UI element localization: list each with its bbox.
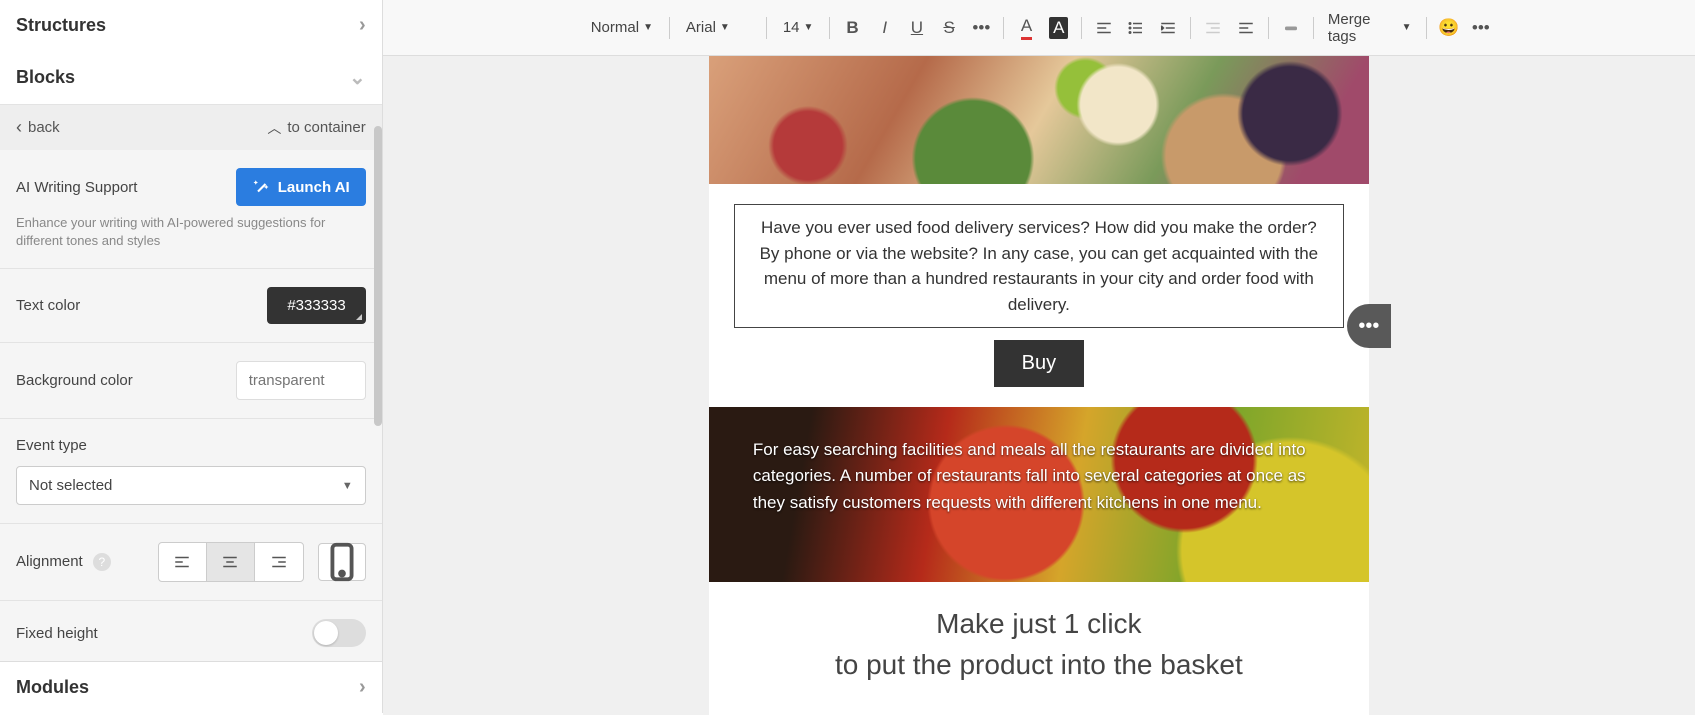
- launch-ai-label: Launch AI: [278, 179, 350, 196]
- emoji-button[interactable]: 😀: [1435, 13, 1463, 43]
- headline-block[interactable]: Make just 1 click to put the product int…: [709, 582, 1369, 715]
- font-size-select[interactable]: 14▼: [775, 15, 822, 40]
- block-actions-fab[interactable]: •••: [1347, 304, 1391, 348]
- align-button[interactable]: [1090, 13, 1118, 43]
- font-family-select[interactable]: Arial▼: [678, 15, 758, 40]
- caret-down-icon: ▼: [804, 22, 814, 33]
- fixed-height-label: Fixed height: [16, 625, 98, 642]
- align-right-button[interactable]: [255, 543, 303, 581]
- caret-down-icon: ▼: [643, 22, 653, 33]
- chevron-up-icon: ︿: [267, 118, 281, 138]
- link-button[interactable]: [1277, 13, 1305, 43]
- fixed-height-row: Fixed height: [0, 601, 382, 661]
- editor-main: Normal▼ Arial▼ 14▼ B I U S ••• A A Merge…: [383, 0, 1695, 715]
- bg-color-row: Background color: [0, 343, 382, 419]
- hero-image-1[interactable]: [709, 56, 1369, 184]
- text-color-label: Text color: [16, 297, 80, 314]
- ai-writing-desc: Enhance your writing with AI-powered sug…: [16, 214, 366, 250]
- event-type-value: Not selected: [29, 477, 112, 494]
- underline-button[interactable]: U: [903, 13, 931, 43]
- bold-button[interactable]: B: [838, 13, 866, 43]
- modules-section[interactable]: Modules ›: [0, 661, 382, 713]
- more-formatting-button[interactable]: •••: [967, 13, 995, 43]
- blocks-section[interactable]: Blocks ⌄: [0, 51, 382, 105]
- mobile-preview-button[interactable]: [318, 543, 366, 581]
- chevron-down-icon: ⌄: [349, 65, 366, 90]
- ai-writing-row: AI Writing Support Launch AI Enhance you…: [0, 150, 382, 269]
- bg-color-input[interactable]: [236, 361, 366, 400]
- caret-down-icon: ▼: [1402, 22, 1412, 33]
- breadcrumb: ‹ back ︿ to container: [0, 105, 382, 150]
- merge-tags-button[interactable]: Merge tags▼: [1322, 11, 1418, 45]
- event-type-label: Event type: [16, 437, 366, 454]
- selected-text-block[interactable]: Have you ever used food delivery service…: [734, 204, 1344, 328]
- paragraph-format-select[interactable]: Normal▼: [583, 15, 661, 40]
- text-color-value: #333333: [287, 297, 345, 314]
- modules-label: Modules: [16, 677, 89, 698]
- to-container-button[interactable]: ︿ to container: [267, 118, 365, 138]
- indent2-button[interactable]: [1232, 13, 1260, 43]
- caret-down-icon: ▼: [342, 480, 353, 492]
- alignment-label: Alignment ?: [16, 553, 111, 571]
- ellipsis-icon: •••: [1358, 315, 1379, 338]
- paragraph-1: Have you ever used food delivery service…: [760, 218, 1319, 314]
- event-type-row: Event type Not selected ▼: [0, 419, 382, 524]
- list-button[interactable]: [1122, 13, 1150, 43]
- blocks-label: Blocks: [16, 67, 75, 88]
- back-button[interactable]: ‹ back: [16, 117, 60, 138]
- alignment-row: Alignment ?: [0, 524, 382, 601]
- paragraph-2: For easy searching facilities and meals …: [753, 440, 1306, 512]
- italic-button[interactable]: I: [871, 13, 899, 43]
- headline-line-1: Make just 1 click: [936, 608, 1141, 639]
- structures-section[interactable]: Structures ›: [0, 0, 382, 51]
- buy-button[interactable]: Buy: [994, 340, 1084, 387]
- back-label: back: [28, 119, 60, 136]
- help-icon[interactable]: ?: [93, 553, 111, 571]
- text-color-picker[interactable]: #333333: [267, 287, 365, 324]
- magic-wand-icon: [252, 178, 270, 196]
- rich-text-toolbar: Normal▼ Arial▼ 14▼ B I U S ••• A A Merge…: [383, 0, 1695, 56]
- fixed-height-toggle[interactable]: [312, 619, 366, 647]
- caret-down-icon: ▼: [720, 22, 730, 33]
- bg-color-label: Background color: [16, 372, 133, 389]
- panel-body: AI Writing Support Launch AI Enhance you…: [0, 150, 382, 661]
- text-color-row: Text color #333333: [0, 269, 382, 343]
- event-type-select[interactable]: Not selected ▼: [16, 466, 366, 505]
- align-center-button[interactable]: [207, 543, 255, 581]
- hero-image-2[interactable]: For easy searching facilities and meals …: [709, 407, 1369, 582]
- text-bg-button[interactable]: A: [1045, 13, 1073, 43]
- text-color-button[interactable]: A: [1012, 13, 1040, 43]
- strikethrough-button[interactable]: S: [935, 13, 963, 43]
- outdent-button[interactable]: [1199, 13, 1227, 43]
- email-canvas[interactable]: Have you ever used food delivery service…: [383, 56, 1695, 715]
- headline-line-2: to put the product into the basket: [835, 649, 1243, 680]
- email-body: Have you ever used food delivery service…: [709, 56, 1369, 715]
- alignment-group: [158, 542, 304, 582]
- more-button[interactable]: •••: [1467, 13, 1495, 43]
- indent-button[interactable]: [1154, 13, 1182, 43]
- ai-writing-label: AI Writing Support: [16, 179, 137, 196]
- scrollbar[interactable]: [374, 126, 382, 426]
- chevron-left-icon: ‹: [16, 117, 22, 138]
- launch-ai-button[interactable]: Launch AI: [236, 168, 366, 206]
- to-container-label: to container: [287, 119, 365, 136]
- chevron-right-icon: ›: [359, 14, 366, 37]
- chevron-right-icon: ›: [359, 676, 366, 699]
- structures-label: Structures: [16, 15, 106, 36]
- settings-sidebar: Structures › Blocks ⌄ ‹ back ︿ to contai…: [0, 0, 383, 713]
- align-left-button[interactable]: [159, 543, 207, 581]
